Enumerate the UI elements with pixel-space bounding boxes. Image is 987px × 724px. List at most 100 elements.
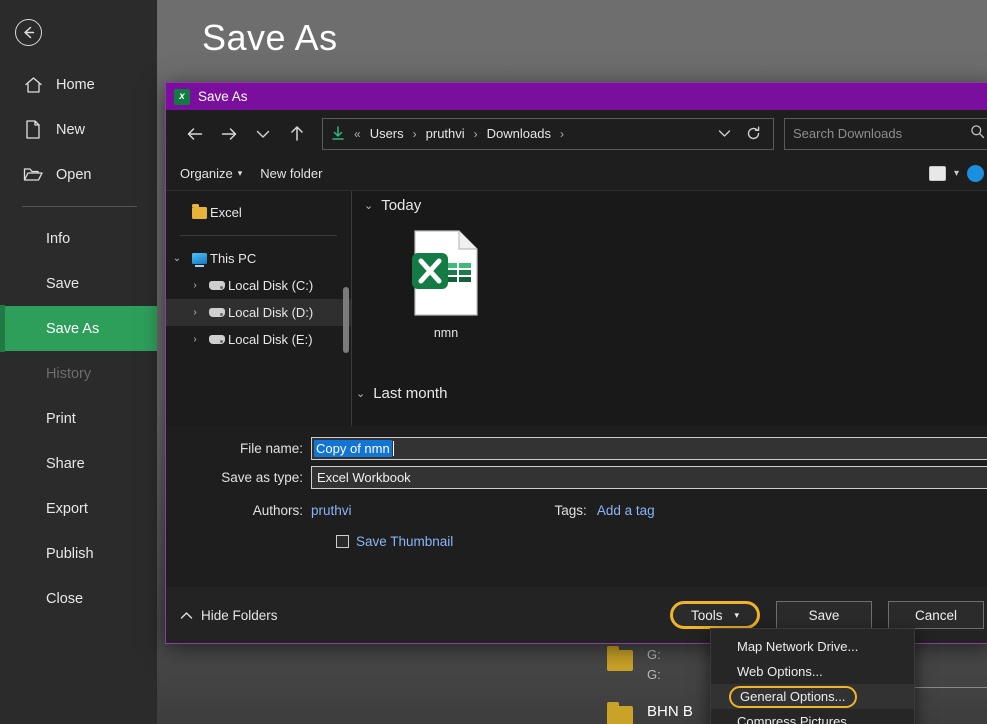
sidebar-item-label: Info <box>46 230 71 247</box>
folder-icon <box>188 203 210 219</box>
file-group-label: Today <box>381 197 422 214</box>
file-group-today[interactable]: ⌄ Today <box>360 191 987 214</box>
address-chevron-down-icon[interactable] <box>712 129 737 138</box>
view-mode-icon[interactable] <box>928 166 946 181</box>
add-a-tag-link[interactable]: Add a tag <box>597 503 655 518</box>
back-arrow-icon[interactable] <box>178 117 212 151</box>
save-as-type-select[interactable]: Excel Workbook <box>311 466 987 489</box>
up-arrow-icon[interactable] <box>280 117 314 151</box>
cancel-button[interactable]: Cancel <box>888 601 984 629</box>
dialog-navigation-bar: « Users › pruthvi › Downloads › Search D… <box>166 110 987 157</box>
breadcrumb-separator: › <box>412 126 417 141</box>
file-group-label: Last month <box>373 385 448 402</box>
chevron-right-icon[interactable]: › <box>184 307 206 318</box>
sidebar-item-label: History <box>46 365 92 382</box>
sidebar-item-close[interactable]: Close <box>0 576 157 621</box>
excel-file-icon <box>411 229 481 322</box>
sidebar-item-label: Share <box>46 455 85 472</box>
file-tile-nmn[interactable]: nmn <box>400 229 492 340</box>
breadcrumb-users[interactable]: Users <box>366 124 408 143</box>
authors-label: Authors: <box>252 502 303 518</box>
authors-value[interactable]: pruthvi <box>311 503 352 518</box>
dialog-title: Save As <box>198 89 248 104</box>
menu-item-label: General Options... <box>729 685 857 708</box>
sidebar-item-label: Export <box>46 500 88 517</box>
toolbar-right-group: ▾ <box>928 165 984 182</box>
tree-item-this-pc[interactable]: ⌄ This PC <box>166 245 351 272</box>
file-name-input[interactable]: Copy of nmn <box>311 437 987 460</box>
tree-scrollbar[interactable] <box>343 287 349 353</box>
menu-item-label: Compress Pictures... <box>737 714 858 724</box>
menu-item-general-options[interactable]: General Options... <box>711 684 914 709</box>
disk-icon <box>206 281 228 290</box>
breadcrumb-separator: › <box>560 126 564 141</box>
sidebar-item-save[interactable]: Save <box>0 261 157 306</box>
forward-arrow-icon[interactable] <box>212 117 246 151</box>
save-thumbnail-label[interactable]: Save Thumbnail <box>356 534 453 549</box>
address-bar[interactable]: « Users › pruthvi › Downloads › <box>322 117 774 150</box>
search-input[interactable]: Search Downloads <box>784 117 987 150</box>
tree-item-local-disk-e[interactable]: › Local Disk (E:) <box>166 326 351 353</box>
sidebar-item-label: Close <box>46 590 84 607</box>
sidebar-item-label: New <box>56 121 86 138</box>
backstage-sidebar: Home New Open Info Save Save As History … <box>0 0 157 724</box>
text-caret <box>392 441 394 456</box>
save-as-type-row: Save as type: Excel Workbook <box>166 463 987 492</box>
tree-item-local-disk-d[interactable]: › Local Disk (D:) <box>166 299 351 326</box>
dialog-body: Excel ⌄ This PC › Local Disk (C:) › Loca… <box>166 191 987 426</box>
chevron-down-icon[interactable]: ⌄ <box>364 199 373 212</box>
search-icon <box>970 124 985 144</box>
dialog-form: File name: Copy of nmn Save as type: Exc… <box>166 426 987 558</box>
sidebar-item-home[interactable]: Home <box>0 62 157 107</box>
background-drive-label: G: <box>647 647 661 662</box>
file-name-label: File name: <box>239 441 303 456</box>
help-icon[interactable] <box>967 165 984 182</box>
sidebar-item-export[interactable]: Export <box>0 486 157 531</box>
chevron-down-icon[interactable]: ⌄ <box>356 387 365 400</box>
recent-locations-chevron-down-icon[interactable] <box>246 117 280 151</box>
breadcrumb-pruthvi[interactable]: pruthvi <box>422 124 469 143</box>
chevron-right-icon[interactable]: › <box>184 334 206 345</box>
save-as-type-value: Excel Workbook <box>317 470 411 485</box>
menu-item-map-network-drive[interactable]: Map Network Drive... <box>711 634 914 659</box>
background-folder-icon <box>607 702 633 724</box>
sidebar-item-print[interactable]: Print <box>0 396 157 441</box>
sidebar-item-save-as[interactable]: Save As <box>0 305 157 352</box>
sidebar-item-open[interactable]: Open <box>0 152 157 197</box>
breadcrumb-downloads[interactable]: Downloads <box>483 124 555 143</box>
view-chevron-down-icon[interactable]: ▾ <box>954 168 959 179</box>
sidebar-item-label: Home <box>56 76 95 93</box>
excel-icon: x <box>174 88 190 105</box>
refresh-icon[interactable] <box>740 126 767 141</box>
menu-item-web-options[interactable]: Web Options... <box>711 659 914 684</box>
menu-item-label: Map Network Drive... <box>737 639 859 654</box>
save-button[interactable]: Save <box>776 601 872 629</box>
tree-item-local-disk-c[interactable]: › Local Disk (C:) <box>166 272 351 299</box>
tools-button[interactable]: Tools ▾ <box>670 601 760 629</box>
organize-button[interactable]: Organize ▾ <box>180 166 242 181</box>
downloads-icon <box>331 126 345 141</box>
disk-icon <box>206 335 228 344</box>
sidebar-item-publish[interactable]: Publish <box>0 531 157 576</box>
chevron-down-icon[interactable]: ⌄ <box>166 253 188 264</box>
file-group-last-month[interactable]: ⌄ Last month <box>352 379 447 402</box>
disk-icon <box>206 308 228 317</box>
background-folder-label: BHN B <box>647 703 693 720</box>
chevron-right-icon[interactable]: › <box>184 280 206 291</box>
tree-item-label: Local Disk (D:) <box>228 305 314 320</box>
sidebar-item-label: Save As <box>46 320 100 337</box>
new-folder-label: New folder <box>260 166 323 181</box>
save-thumbnail-checkbox[interactable] <box>336 534 349 548</box>
hide-folders-button[interactable]: Hide Folders <box>180 608 278 623</box>
file-list: ⌄ Today nmn ⌄ Last month <box>352 191 987 426</box>
tree-item-excel[interactable]: Excel <box>166 199 351 226</box>
footer-buttons: Tools ▾ Save Cancel <box>670 601 984 629</box>
sidebar-item-info[interactable]: Info <box>0 216 157 261</box>
tools-label: Tools <box>690 607 723 623</box>
new-folder-button[interactable]: New folder <box>260 166 322 181</box>
sidebar-item-share[interactable]: Share <box>0 441 157 486</box>
back-arrow-icon[interactable] <box>15 19 42 46</box>
menu-item-compress-pictures[interactable]: Compress Pictures... <box>711 709 914 724</box>
tags-label: Tags: <box>554 502 587 518</box>
sidebar-item-new[interactable]: New <box>0 107 157 152</box>
